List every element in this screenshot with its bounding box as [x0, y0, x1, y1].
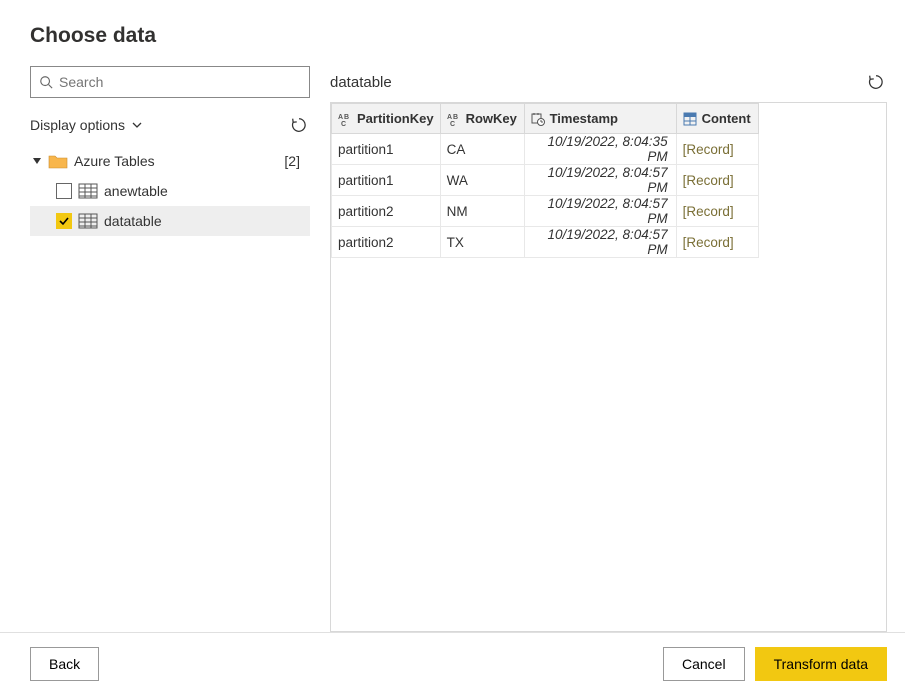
text-type-icon: ABC	[447, 112, 461, 126]
tree-group-label: Azure Tables	[74, 153, 155, 169]
cell-rowkey: CA	[440, 134, 524, 165]
folder-icon	[48, 153, 68, 169]
column-header-timestamp[interactable]: Timestamp	[524, 104, 676, 134]
cell-partitionkey: partition1	[332, 165, 441, 196]
svg-text:C: C	[450, 121, 455, 126]
svg-text:A: A	[447, 114, 452, 121]
tree-item-anewtable[interactable]: anewtable	[30, 176, 310, 206]
cell-content-record[interactable]: [Record]	[676, 134, 758, 165]
search-input[interactable]	[59, 74, 301, 90]
search-box[interactable]	[30, 66, 310, 98]
dialog-footer: Back Cancel Transform data	[0, 632, 905, 695]
preview-refresh-button[interactable]	[865, 71, 887, 93]
navigator-refresh-button[interactable]	[288, 114, 310, 136]
preview-pane: datatable ABC PartitionKey	[330, 66, 905, 632]
main-content: Display options Azure Tables [2] anewtab…	[0, 66, 905, 632]
tree-item-label: anewtable	[104, 183, 168, 199]
cell-rowkey: TX	[440, 227, 524, 258]
table-row[interactable]: partition2 TX 10/19/2022, 8:04:57 PM [Re…	[332, 227, 759, 258]
display-options-toggle[interactable]: Display options	[30, 117, 143, 133]
svg-text:B: B	[453, 114, 458, 121]
column-header-rowkey[interactable]: ABC RowKey	[440, 104, 524, 134]
table-icon	[78, 213, 98, 229]
refresh-icon	[867, 73, 885, 91]
preview-grid-container: ABC PartitionKey ABC RowKey	[330, 102, 887, 632]
check-icon	[58, 215, 70, 227]
page-title: Choose data	[30, 24, 875, 48]
datetime-type-icon	[531, 112, 545, 126]
search-icon	[39, 75, 53, 89]
column-label: PartitionKey	[357, 111, 434, 126]
preview-header: datatable	[330, 66, 887, 98]
tree-item-datatable[interactable]: datatable	[30, 206, 310, 236]
caret-down-icon	[32, 156, 42, 166]
display-options-label: Display options	[30, 117, 125, 133]
header-row: ABC PartitionKey ABC RowKey	[332, 104, 759, 134]
cell-partitionkey: partition2	[332, 196, 441, 227]
svg-text:A: A	[338, 114, 343, 121]
preview-grid: ABC PartitionKey ABC RowKey	[331, 103, 759, 258]
table-row[interactable]: partition2 NM 10/19/2022, 8:04:57 PM [Re…	[332, 196, 759, 227]
preview-title: datatable	[330, 74, 392, 91]
column-header-partitionkey[interactable]: ABC PartitionKey	[332, 104, 441, 134]
navigator-pane: Display options Azure Tables [2] anewtab…	[30, 66, 330, 632]
cell-partitionkey: partition1	[332, 134, 441, 165]
cell-timestamp: 10/19/2022, 8:04:35 PM	[524, 134, 676, 165]
column-label: RowKey	[466, 111, 517, 126]
column-header-content[interactable]: Content	[676, 104, 758, 134]
back-button[interactable]: Back	[30, 647, 99, 681]
checkbox-unchecked[interactable]	[56, 183, 72, 199]
cancel-button[interactable]: Cancel	[663, 647, 745, 681]
table-row[interactable]: partition1 WA 10/19/2022, 8:04:57 PM [Re…	[332, 165, 759, 196]
column-label: Content	[702, 111, 751, 126]
cell-rowkey: NM	[440, 196, 524, 227]
navigator-tree: Azure Tables [2] anewtable datatable	[30, 146, 310, 236]
cell-content-record[interactable]: [Record]	[676, 165, 758, 196]
cell-rowkey: WA	[440, 165, 524, 196]
chevron-down-icon	[131, 119, 143, 131]
cell-timestamp: 10/19/2022, 8:04:57 PM	[524, 227, 676, 258]
table-type-icon	[683, 112, 697, 126]
table-row[interactable]: partition1 CA 10/19/2022, 8:04:35 PM [Re…	[332, 134, 759, 165]
cell-timestamp: 10/19/2022, 8:04:57 PM	[524, 196, 676, 227]
tree-group-azure-tables[interactable]: Azure Tables [2]	[30, 146, 310, 176]
table-icon	[78, 183, 98, 199]
transform-data-button[interactable]: Transform data	[755, 647, 887, 681]
refresh-icon	[290, 116, 308, 134]
cell-content-record[interactable]: [Record]	[676, 227, 758, 258]
cell-timestamp: 10/19/2022, 8:04:57 PM	[524, 165, 676, 196]
text-type-icon: ABC	[338, 112, 352, 126]
dialog-header: Choose data	[0, 0, 905, 66]
tree-group-count: [2]	[284, 153, 310, 169]
display-options-row: Display options	[30, 110, 310, 140]
tree-item-label: datatable	[104, 213, 162, 229]
column-label: Timestamp	[550, 111, 618, 126]
svg-text:B: B	[344, 114, 349, 121]
cell-partitionkey: partition2	[332, 227, 441, 258]
svg-text:C: C	[341, 121, 346, 126]
cell-content-record[interactable]: [Record]	[676, 196, 758, 227]
checkbox-checked[interactable]	[56, 213, 72, 229]
